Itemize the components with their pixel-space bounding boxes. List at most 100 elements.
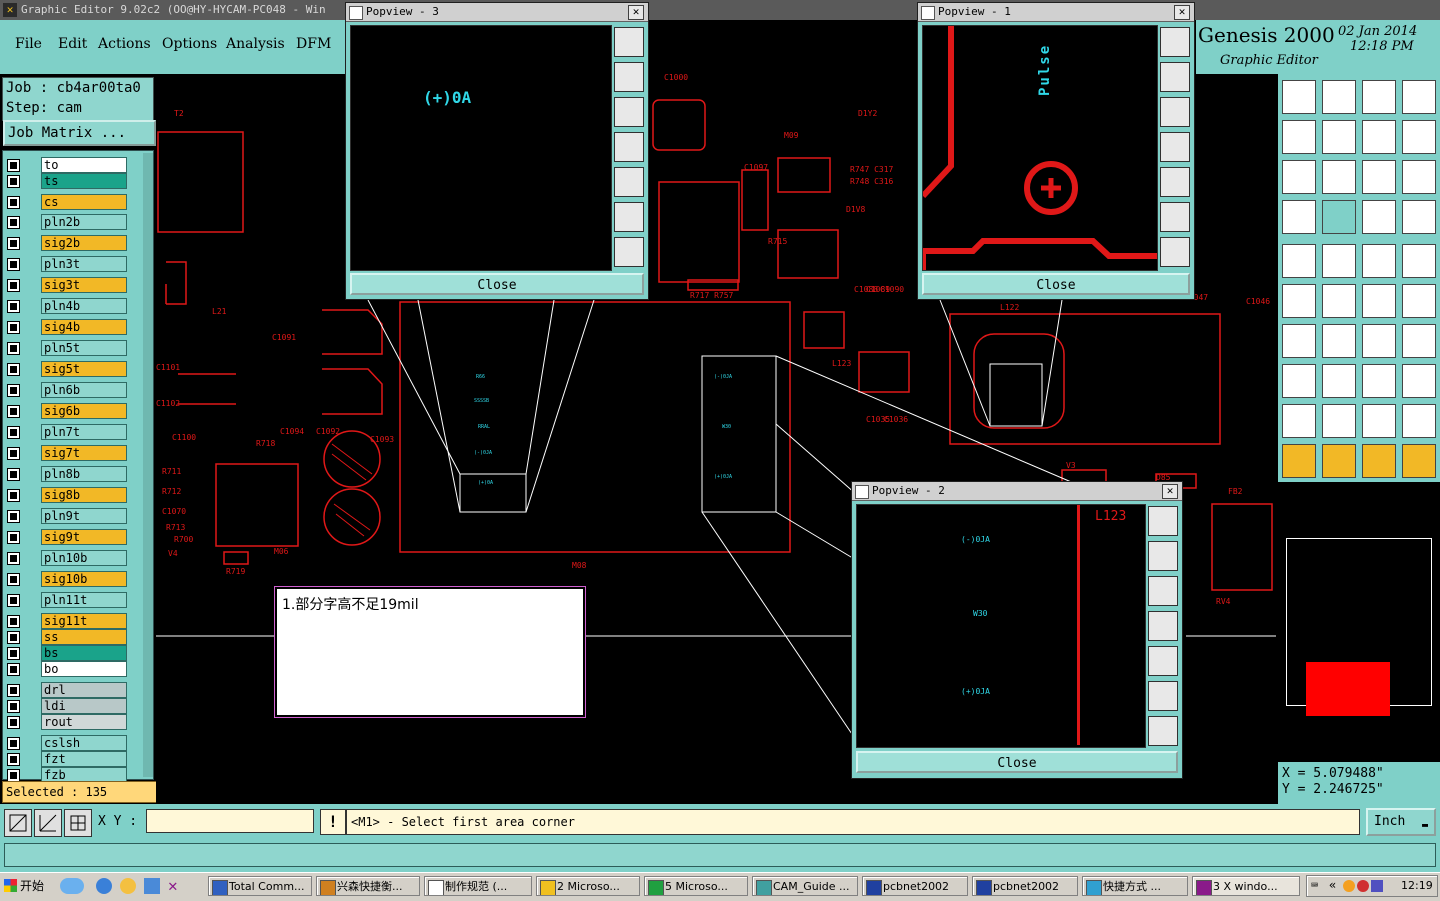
layer-row-ss[interactable]: ss [7, 629, 147, 645]
zoom-area-icon[interactable] [4, 809, 32, 837]
layer-name[interactable]: ldi [41, 698, 127, 714]
overview-viewport[interactable] [1306, 662, 1390, 716]
layer-checkbox[interactable] [7, 258, 20, 271]
layer-name[interactable]: pln2b [41, 214, 127, 230]
popview-2-screen[interactable]: L123 (-)0JA W30 (+)0JA [856, 504, 1146, 748]
browser-icon[interactable] [96, 878, 112, 894]
taskbar-item[interactable]: 3 X windo... [1192, 876, 1300, 896]
zoom-in-icon[interactable] [614, 202, 644, 232]
layer-checkbox[interactable] [7, 300, 20, 313]
popview-1-close-button[interactable]: Close [922, 273, 1190, 295]
layer-row-pln5t[interactable]: pln5t [7, 340, 147, 356]
layer-name[interactable]: to [41, 157, 127, 173]
pan-right-tool-icon[interactable] [1322, 120, 1356, 154]
alert-icon[interactable]: ! [320, 809, 346, 835]
pointer-icon[interactable] [1282, 444, 1316, 478]
close-icon[interactable]: ✕ [1174, 5, 1190, 20]
explorer-icon[interactable] [144, 878, 160, 894]
export-icon[interactable] [1322, 80, 1356, 114]
menu-file[interactable]: File [15, 36, 42, 52]
layer-name[interactable]: sig8b [41, 487, 127, 503]
taskbar-item[interactable]: 兴森快捷衡... [316, 876, 420, 896]
x-app-icon[interactable]: ✕ [168, 877, 184, 895]
layer-name[interactable]: ts [41, 173, 127, 189]
triangle-icon[interactable] [1282, 404, 1316, 438]
route-icon[interactable] [1362, 284, 1396, 318]
layer-row-ts[interactable]: ts [7, 173, 147, 189]
window-split-icon[interactable] [1402, 80, 1436, 114]
layer-checkbox[interactable] [7, 531, 20, 544]
area-dash-icon[interactable] [1402, 244, 1436, 278]
help-icon[interactable] [1402, 160, 1436, 194]
taskbar-item[interactable]: 2 Microso... [536, 876, 640, 896]
layer-row-sig2b[interactable]: sig2b [7, 235, 147, 251]
layer-row-pln7t[interactable]: pln7t [7, 424, 147, 440]
xy-input[interactable] [146, 809, 314, 833]
taskbar-item[interactable]: 5 Microso... [644, 876, 748, 896]
layer-row-cs[interactable]: cs [7, 194, 147, 210]
layer-checkbox[interactable] [7, 468, 20, 481]
layer-name[interactable]: cslsh [41, 735, 127, 751]
layer-name[interactable]: sig10b [41, 571, 127, 587]
draw-line-icon[interactable] [1322, 244, 1356, 278]
layer-checkbox[interactable] [7, 159, 20, 172]
triangle-b-icon[interactable] [1362, 404, 1396, 438]
start-button[interactable]: 开始 [2, 876, 54, 896]
layer-name[interactable]: pln7t [41, 424, 127, 440]
pan-right-icon[interactable] [614, 167, 644, 197]
layer-name[interactable]: pln8b [41, 466, 127, 482]
quicklaunch-icon[interactable] [60, 878, 84, 894]
text-split-icon[interactable] [1402, 324, 1436, 358]
layer-name[interactable]: pln9t [41, 508, 127, 524]
zoom-out-icon[interactable] [1148, 716, 1178, 746]
keyboard-icon[interactable]: ⌨ [1311, 878, 1318, 892]
command-line[interactable] [4, 843, 1436, 867]
layer-name[interactable]: pln3t [41, 256, 127, 272]
units-select[interactable]: Inch ▬ [1366, 808, 1436, 836]
close-icon[interactable]: ✕ [1162, 484, 1178, 499]
layer-checkbox[interactable] [7, 237, 20, 250]
triangle-a-icon[interactable] [1322, 404, 1356, 438]
layer-list-scrollbar[interactable] [143, 153, 153, 777]
layer-checkbox[interactable] [7, 552, 20, 565]
layer-row-sig3t[interactable]: sig3t [7, 277, 147, 293]
layer-name[interactable]: drl [41, 682, 127, 698]
layer-checkbox[interactable] [7, 426, 20, 439]
layer-checkbox[interactable] [7, 489, 20, 502]
layer-row-fzt[interactable]: fzt [7, 751, 147, 767]
layer-checkbox[interactable] [7, 573, 20, 586]
layer-checkbox[interactable] [7, 700, 20, 713]
layer-checkbox[interactable] [7, 342, 20, 355]
arc-icon[interactable] [1362, 324, 1396, 358]
layer-row-pln3t[interactable]: pln3t [7, 256, 147, 272]
layer-name[interactable]: cs [41, 194, 127, 210]
layer-name[interactable]: sig6b [41, 403, 127, 419]
layer-name[interactable]: sig2b [41, 235, 127, 251]
layer-checkbox[interactable] [7, 737, 20, 750]
pads-icon[interactable] [1362, 200, 1396, 234]
clock-app-icon[interactable] [120, 878, 136, 894]
layer-row-pln8b[interactable]: pln8b [7, 466, 147, 482]
layer-row-pln4b[interactable]: pln4b [7, 298, 147, 314]
layer-checkbox[interactable] [7, 684, 20, 697]
layer-checkbox[interactable] [7, 647, 20, 660]
layer-row-pln10b[interactable]: pln10b [7, 550, 147, 566]
grid-snap-icon[interactable] [64, 809, 92, 837]
pan-down-icon[interactable] [1148, 576, 1178, 606]
pan-left-icon[interactable] [1148, 611, 1178, 641]
pan-right-icon[interactable] [1160, 167, 1190, 197]
taskbar-item[interactable]: pcbnet2002 [972, 876, 1078, 896]
layer-row-pln2b[interactable]: pln2b [7, 214, 147, 230]
layer-name[interactable]: sig5t [41, 361, 127, 377]
layer-checkbox[interactable] [7, 405, 20, 418]
layer-row-pln6b[interactable]: pln6b [7, 382, 147, 398]
layer-name[interactable]: sig9t [41, 529, 127, 545]
taskbar-item[interactable]: 制作规范 (... [424, 876, 532, 896]
overview-map[interactable] [1278, 484, 1440, 760]
layer-row-sig4b[interactable]: sig4b [7, 319, 147, 335]
flip-icon[interactable] [1402, 120, 1436, 154]
layer-checkbox[interactable] [7, 216, 20, 229]
taskbar-item[interactable]: pcbnet2002 [862, 876, 968, 896]
layer-checkbox[interactable] [7, 447, 20, 460]
popview-3-screen[interactable]: (+)0A [350, 25, 612, 271]
